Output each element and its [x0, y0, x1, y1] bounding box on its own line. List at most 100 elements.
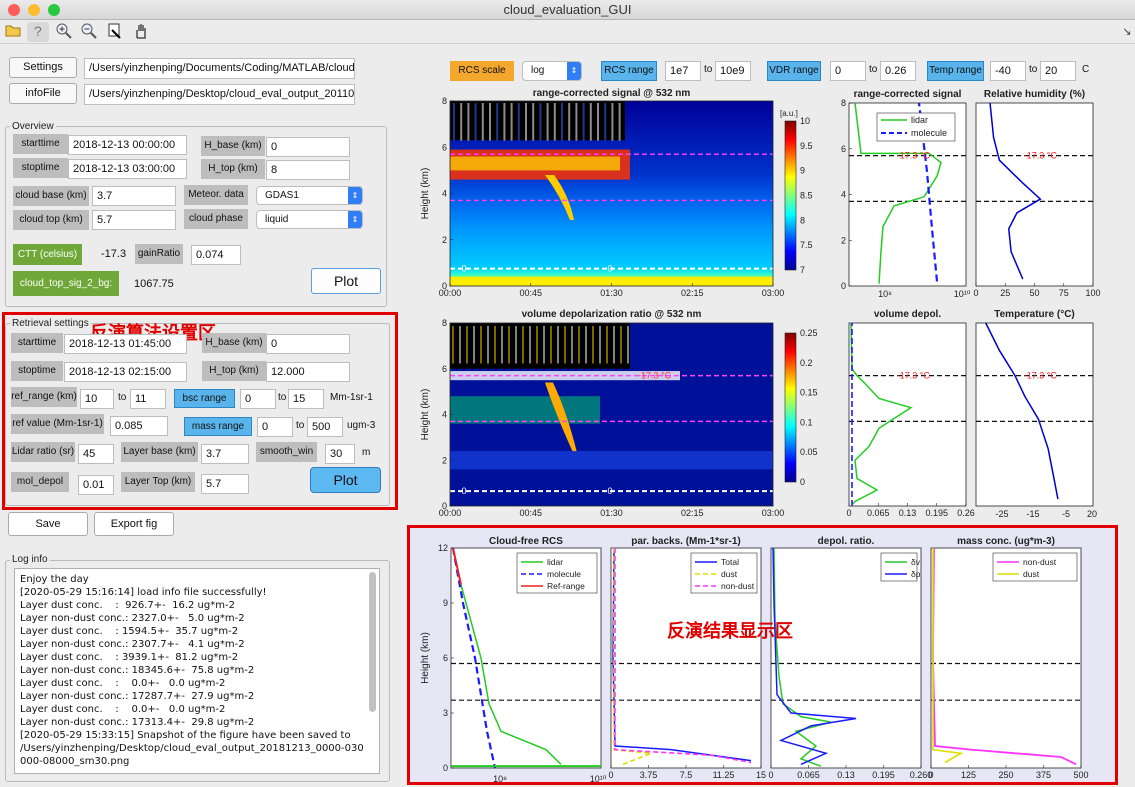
rcs-heatmap-title: range-corrected signal @ 532 nm — [533, 88, 691, 99]
rcs-isotherm-annotation: 0 — [461, 264, 466, 274]
rh-profile-title: Relative humidity (%) — [984, 89, 1085, 100]
vdr-noise-streak — [613, 326, 615, 364]
rcs-profile-title: range-corrected signal — [854, 89, 962, 100]
rcs-noise-streak — [496, 103, 499, 141]
rcs-noise-streak — [467, 103, 470, 141]
vdr-noise-streak — [522, 326, 524, 364]
rcs-noise-streak — [568, 103, 571, 141]
rcs-y-label: 8 — [442, 96, 447, 106]
vdr-noise-streak — [494, 326, 496, 364]
vdr-x-label: 02:15 — [681, 508, 704, 518]
rcs-noise-streak — [597, 103, 599, 141]
vdr-noise-streak — [452, 326, 454, 364]
vdr-y-label: 2 — [442, 455, 447, 465]
vdr-noise-streak — [571, 326, 573, 364]
rcs-noise-streak — [618, 103, 621, 141]
rcs-noise-streak — [503, 103, 506, 141]
mass-conc-x-label: 375 — [1036, 770, 1051, 780]
rcs-noise-streak — [553, 103, 556, 141]
rcs-isotherm-annotation: 0 — [607, 264, 612, 274]
rcs-profile-legend-molecule: molecule — [911, 128, 947, 138]
results-annotation: 反演结果显示区 — [667, 621, 793, 642]
par-backs-x-label: 0 — [608, 770, 613, 780]
mass-conc-title: mass conc. (ug*m-3) — [957, 536, 1055, 547]
par-backs-x-label: 7.5 — [680, 770, 693, 780]
rcs-y-label: 4 — [442, 189, 447, 199]
rcs-profile-y-label: 8 — [841, 98, 846, 108]
rcs-profile-legend-lidar: lidar — [911, 115, 928, 125]
vdr-dust-layer — [450, 396, 600, 424]
mass-conc-legend-label: non-dust — [1023, 557, 1057, 567]
depol-ratio-legend-label: δp — [911, 569, 921, 579]
par-backs-legend-label: non-dust — [721, 581, 755, 591]
cloud-free-rcs-legend-label: Ref-range — [547, 581, 585, 591]
rcs-colorbar-tick: 7 — [800, 265, 805, 275]
temp-profile-frame — [975, 322, 1094, 507]
rcs-noise-streak — [539, 103, 542, 141]
rcs-noise-streak — [517, 103, 520, 141]
rh-profile-isotherm-annotation: -17.3 °C — [1024, 151, 1058, 161]
cloud-free-rcs-x-label: 10¹⁰ — [590, 774, 607, 784]
rh-x-label: 100 — [1085, 288, 1100, 298]
par-backs-x-label: 15 — [756, 770, 766, 780]
depol-ratio-legend-label: δv — [911, 557, 921, 567]
par-backs-x-label: 11.25 — [713, 770, 735, 780]
rh-x-label: 25 — [1000, 288, 1010, 298]
cloud-free-rcs-y-label: 9 — [443, 598, 448, 608]
cloud-free-rcs-legend-label: lidar — [547, 557, 563, 567]
vdr-noise-streak — [599, 326, 601, 364]
rcs-noise-streak — [575, 103, 578, 141]
vdr-colorbar-tick: 0.1 — [800, 417, 813, 427]
vdr-x-label: 01:30 — [600, 508, 623, 518]
vdr-noise-streak — [550, 326, 552, 364]
rcs-profile-y-label: 4 — [841, 190, 846, 200]
vdr-colorbar — [784, 332, 797, 483]
temp-profile-x-label: -5 — [1062, 509, 1070, 519]
rcs-y-label: 6 — [442, 142, 447, 152]
vdr-colorbar-tick: 0.05 — [800, 447, 818, 457]
rcs-colorbar-tick: 9.5 — [800, 141, 813, 151]
depol-ratio-x-label: 0.195 — [872, 770, 895, 780]
depol-ratio-title: depol. ratio. — [818, 536, 875, 547]
rcs-colorbar — [784, 120, 797, 271]
rcs-profile-y-label: 2 — [841, 235, 846, 245]
vdr-colorbar-tick: 0 — [800, 477, 805, 487]
rcs-colorbar-tick: 10 — [800, 116, 810, 126]
vdr-noise-streak — [585, 326, 587, 364]
vdr-profile-title: volume depol. — [874, 309, 941, 320]
vdr-heatmap-title: volume depolarization ratio @ 532 nm — [522, 309, 702, 320]
rcs-noise-streak — [589, 103, 592, 141]
vdr-y-label: 6 — [442, 364, 447, 374]
figure-canvas[interactable]: 0 0range-corrected signal @ 532 nm0246800… — [0, 0, 1135, 787]
rcs-noise-streak — [453, 103, 455, 141]
rcs-noise-streak — [604, 103, 607, 141]
vdr-colorbar-tick: 0.15 — [800, 388, 818, 398]
rcs-x-label: 00:00 — [439, 288, 462, 298]
rcs-profile-x-label: 10⁸ — [878, 289, 892, 299]
vdr-noise-streak — [592, 326, 594, 364]
vdr-colorbar-tick: 0.2 — [800, 358, 813, 368]
vdr-y-axis-title: Height (km) — [420, 389, 431, 441]
rcs-y-axis-title: Height (km) — [420, 168, 431, 220]
vdr-noise-streak — [466, 326, 468, 364]
vdr-noise-streak — [557, 326, 559, 364]
cloud-free-rcs-legend-label: molecule — [547, 569, 581, 579]
rcs-x-label: 00:45 — [519, 288, 542, 298]
rcs-profile-y-label: 0 — [841, 281, 846, 291]
vdr-profile-x-label: 0 — [846, 508, 851, 518]
rcs-noise-streak — [489, 103, 491, 141]
rcs-noise-streak — [525, 103, 527, 141]
vdr-noise-streak — [473, 326, 475, 364]
vdr-noise-streak — [501, 326, 503, 364]
rcs-colorbar-tick: 9 — [800, 166, 805, 176]
vdr-x-label: 00:00 — [439, 508, 462, 518]
vdr-noise-streak — [543, 326, 545, 364]
rcs-x-label: 02:15 — [681, 288, 704, 298]
vdr-noise-streak — [515, 326, 517, 364]
rcs-noise-streak — [460, 103, 463, 141]
temp-profile-title: Temperature (°C) — [994, 309, 1075, 320]
mass-conc-x-label: 0 — [928, 770, 933, 780]
vdr-x-label: 03:00 — [762, 508, 785, 518]
rh-x-label: 75 — [1059, 288, 1069, 298]
rcs-x-label: 03:00 — [762, 288, 785, 298]
